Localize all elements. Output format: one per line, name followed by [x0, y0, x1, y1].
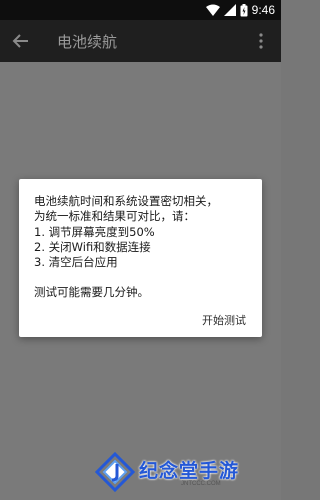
- dialog-message: 电池续航时间和系统设置密切相关， 为统一标准和结果可对比，请： 1. 调节屏幕亮…: [34, 194, 254, 301]
- brand-logo-icon: [95, 452, 135, 492]
- watermark-brand: 纪念堂手游: [139, 460, 240, 482]
- wifi-icon: [205, 4, 220, 16]
- more-vert-icon[interactable]: [251, 31, 271, 51]
- status-bar: 9:46: [0, 0, 281, 20]
- dialog-line: 1. 调节屏幕亮度到50%: [34, 224, 155, 239]
- dialog-line: 电池续航时间和系统设置密切相关，: [34, 194, 218, 208]
- status-icons: 9:46: [205, 2, 275, 18]
- dialog-line: 为统一标准和结果可对比，请：: [34, 209, 195, 224]
- battery-test-dialog: 电池续航时间和系统设置密切相关， 为统一标准和结果可对比，请： 1. 调节屏幕亮…: [19, 179, 262, 337]
- watermark: 纪念堂手游 JNTCCC.COM: [95, 452, 275, 496]
- app-bar: 电池续航: [0, 20, 281, 62]
- dialog-line: 3. 清空后台应用: [34, 255, 118, 270]
- back-arrow-icon[interactable]: [10, 30, 32, 52]
- watermark-domain: JNTCCC.COM: [181, 481, 221, 487]
- signal-icon: [223, 4, 236, 16]
- battery-icon: [240, 3, 248, 16]
- status-time: 9:46: [251, 3, 275, 17]
- page-title: 电池续航: [57, 33, 118, 51]
- dialog-line: 2. 关闭Wifi和数据连接: [34, 239, 151, 254]
- dialog-line: 测试可能需要几分钟。: [34, 285, 149, 300]
- dialog-spacer: [34, 270, 254, 285]
- start-test-button[interactable]: 开始测试: [202, 312, 246, 328]
